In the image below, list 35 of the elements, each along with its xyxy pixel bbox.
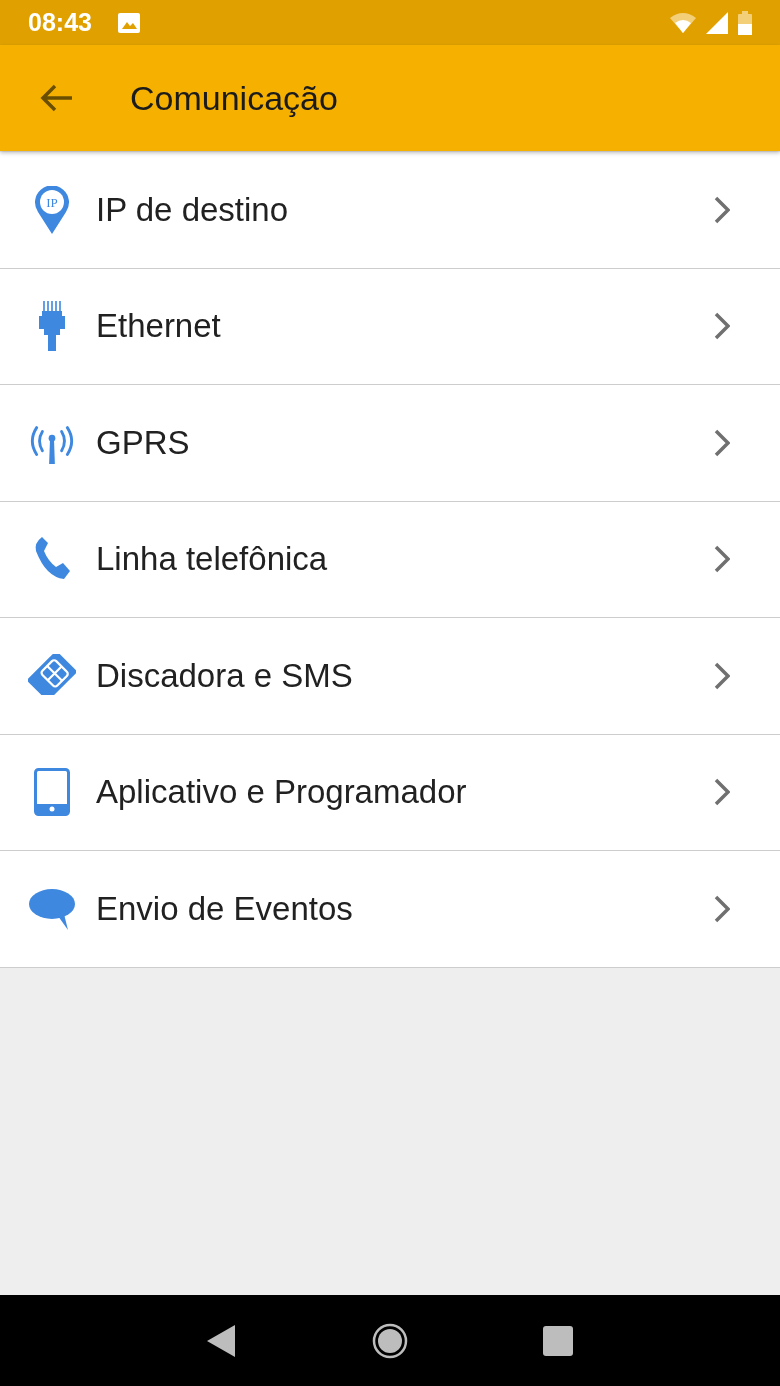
chevron-right-icon (714, 312, 730, 341)
chevron-right-icon (714, 661, 730, 690)
menu-label: Linha telefônica (96, 540, 329, 579)
menu-row[interactable]: GPRS (0, 385, 780, 502)
pin-label: IP (46, 194, 58, 210)
recents-nav-button[interactable] (542, 1325, 573, 1356)
sim-card-icon (28, 653, 76, 698)
menu-row[interactable]: IP IP de destino (0, 152, 780, 269)
home-nav-button[interactable] (372, 1322, 408, 1359)
chevron-right-icon (714, 428, 730, 457)
tablet-icon (34, 768, 70, 817)
menu-label: Aplicativo e Programador (96, 773, 468, 812)
menu-row[interactable]: Ethernet (0, 268, 780, 385)
wifi-icon (670, 12, 696, 33)
chevron-right-icon (714, 195, 730, 224)
menu-label: Ethernet (96, 307, 222, 346)
speech-bubble-icon (28, 887, 76, 930)
image-icon (117, 12, 140, 33)
chevron-right-icon (714, 894, 730, 923)
menu-label: GPRS (96, 423, 191, 462)
chevron-right-icon (714, 545, 730, 574)
screen-title: Comunicação (130, 78, 338, 118)
status-time: 08:43 (28, 8, 92, 37)
back-nav-button[interactable] (207, 1324, 238, 1357)
menu-row[interactable]: Linha telefônica (0, 501, 780, 618)
menu-label: IP de destino (96, 190, 290, 229)
menu-row[interactable]: Envio de Eventos (0, 851, 780, 968)
menu-row[interactable]: Discadora e SMS (0, 618, 780, 735)
ethernet-plug-icon (39, 301, 65, 352)
chevron-right-icon (714, 778, 730, 807)
menu-label: Discadora e SMS (96, 656, 354, 695)
menu-row[interactable]: Aplicativo e Programador (0, 734, 780, 851)
battery-icon (738, 10, 752, 35)
signal-icon (706, 11, 728, 34)
menu-label: Envio de Eventos (96, 889, 354, 928)
